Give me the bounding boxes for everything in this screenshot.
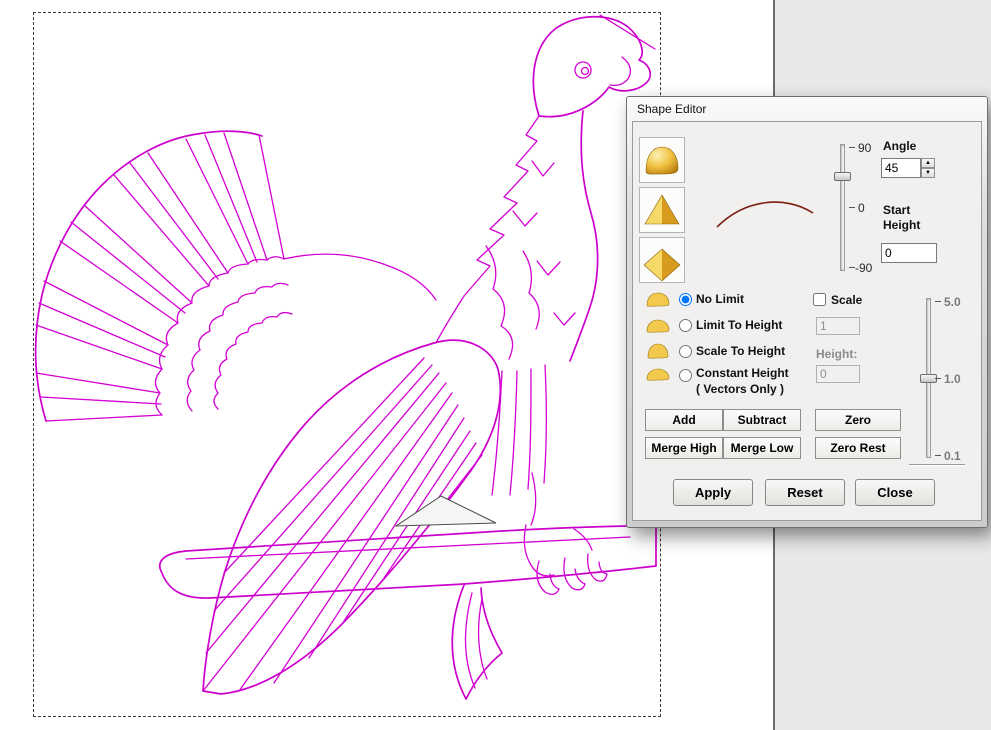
angle-slider-label-neg90: -90 — [855, 261, 873, 275]
radio-limit-to-height[interactable] — [679, 319, 692, 332]
zero-button[interactable]: Zero — [815, 409, 901, 431]
radio-constant-height-sublabel: ( Vectors Only ) — [696, 382, 785, 396]
talons — [523, 472, 608, 596]
scale-checkbox-label: Scale — [831, 293, 863, 307]
selection-bounds — [33, 12, 661, 717]
angle-spinner-up[interactable]: ▲ — [921, 158, 935, 168]
radio-constant-height[interactable] — [679, 369, 692, 382]
tail-fan — [34, 130, 293, 422]
height-value-input — [816, 365, 860, 383]
neck-chest — [283, 110, 599, 362]
diamond-shape-button[interactable] — [639, 237, 685, 283]
angle-input[interactable] — [881, 158, 921, 178]
radio-no-limit[interactable] — [679, 293, 692, 306]
angle-spinner-down[interactable]: ▼ — [921, 168, 935, 178]
angle-spinner: ▲ ▼ — [921, 158, 935, 178]
height-label: Height: — [816, 347, 858, 361]
add-button[interactable]: Add — [645, 409, 723, 431]
scale-tick-mid — [935, 378, 941, 379]
dome-shape-button[interactable] — [639, 137, 685, 183]
scale-slider-label-1: 1.0 — [944, 372, 961, 386]
radio-scale-to-height[interactable] — [679, 345, 692, 358]
pyramid-shape-button[interactable] — [639, 187, 685, 233]
dome-icon — [646, 319, 670, 333]
scale-tick-top — [935, 301, 941, 302]
angle-slider-track[interactable] — [840, 144, 845, 271]
dome-icon — [646, 368, 670, 381]
profile-curve-preview — [713, 191, 817, 233]
scale-tick-bottom — [935, 455, 941, 456]
reset-button[interactable]: Reset — [765, 479, 845, 506]
angle-tick-mid — [849, 207, 855, 208]
radio-limit-to-height-label: Limit To Height — [696, 318, 783, 332]
radio-no-limit-label: No Limit — [696, 292, 744, 306]
apply-button[interactable]: Apply — [673, 479, 753, 506]
angle-slider-label-0: 0 — [858, 201, 865, 215]
angle-slider-thumb[interactable] — [834, 172, 851, 181]
divider-line — [909, 464, 965, 466]
scale-slider-label-5: 5.0 — [944, 295, 961, 309]
dome-icon — [646, 292, 670, 307]
scale-value-input — [816, 317, 860, 335]
pyramid-icon — [644, 194, 680, 225]
angle-slider-label-90: 90 — [858, 141, 872, 155]
merge-high-button[interactable]: Merge High — [645, 437, 723, 459]
dome-icon — [645, 146, 679, 175]
angle-tick-top — [849, 147, 855, 148]
shape-editor-dialog: Shape Editor 90 0 -90 Angle 45 ▲ ▼ Start… — [626, 96, 988, 528]
scale-checkbox[interactable] — [813, 293, 826, 306]
scale-slider-label-01: 0.1 — [944, 449, 961, 463]
eagle-artwork[interactable] — [34, 13, 662, 718]
dome-icon — [647, 343, 669, 359]
lower-tail — [451, 584, 503, 700]
start-height-input[interactable] — [881, 243, 937, 263]
radio-constant-height-label: Constant Height — [696, 366, 789, 380]
radio-scale-to-height-label: Scale To Height — [696, 344, 786, 358]
zero-rest-button[interactable]: Zero Rest — [815, 437, 901, 459]
start-height-label: Start Height — [883, 203, 921, 232]
subtract-button[interactable]: Subtract — [723, 409, 801, 431]
angle-label: Angle — [883, 139, 917, 153]
diamond-icon — [643, 248, 681, 282]
dialog-title: Shape Editor — [637, 102, 707, 116]
merge-low-button[interactable]: Merge Low — [723, 437, 801, 459]
close-button[interactable]: Close — [855, 479, 935, 506]
